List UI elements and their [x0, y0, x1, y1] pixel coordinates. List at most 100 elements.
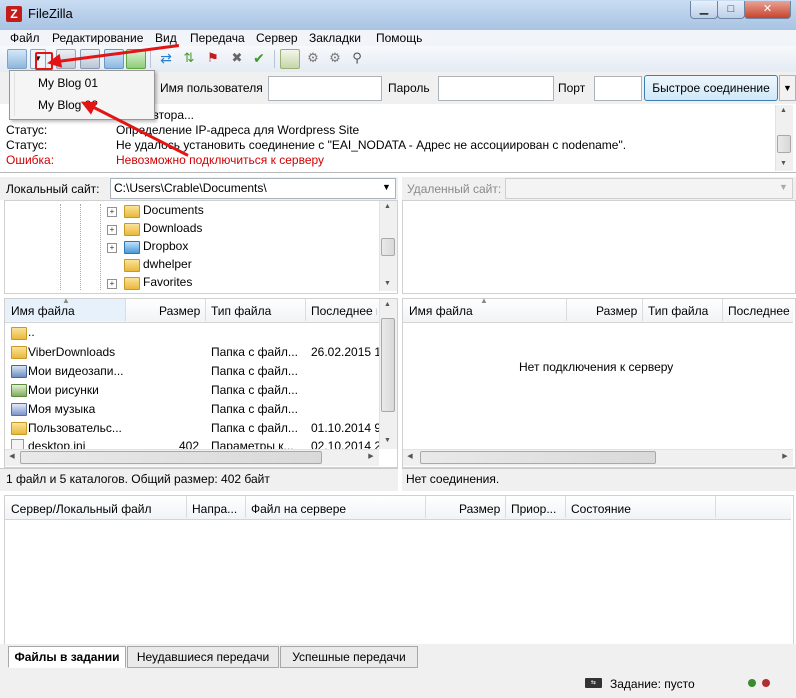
tree-item-documents[interactable]: Documents: [143, 203, 204, 217]
toolbar-separator: [150, 50, 151, 68]
scroll-up-icon[interactable]: ▲: [381, 301, 394, 308]
menu-transfer[interactable]: Передача: [190, 30, 245, 46]
queue-status-text: Задание: пусто: [610, 677, 695, 691]
maximize-button[interactable]: □: [717, 1, 745, 19]
close-button[interactable]: ✕: [744, 1, 791, 19]
file-row-name[interactable]: ViberDownloads: [28, 345, 115, 359]
file-row-type: Папка с файл...: [211, 364, 298, 378]
tree-item-downloads[interactable]: Downloads: [143, 221, 202, 235]
local-path-value: C:\Users\Crable\Documents\: [114, 181, 267, 195]
menu-view[interactable]: Вид: [155, 30, 177, 46]
file-row-name[interactable]: Мои рисунки: [28, 383, 99, 397]
password-input[interactable]: [438, 76, 554, 101]
column-header-direction[interactable]: Напра...: [192, 502, 237, 516]
cancel-operation-icon[interactable]: ⚑: [204, 49, 222, 67]
menu-edit[interactable]: Редактирование: [52, 30, 143, 46]
column-separator: [425, 496, 426, 518]
reconnect-icon[interactable]: ✔: [250, 49, 268, 67]
folder-icon: [124, 259, 140, 272]
file-list-scroll-thumb[interactable]: [381, 318, 395, 412]
column-header-name[interactable]: Имя файла: [409, 304, 473, 318]
site-manager-icon[interactable]: [7, 49, 27, 69]
column-header-local-file[interactable]: Сервер/Локальный файл: [11, 502, 151, 516]
remote-path-dropdown-icon[interactable]: ▼: [779, 182, 788, 192]
scroll-right-icon[interactable]: ▶: [780, 452, 790, 460]
column-header-size[interactable]: Размер: [159, 304, 200, 318]
refresh-icon[interactable]: ⇄: [157, 49, 175, 67]
disconnect-icon[interactable]: ✖: [228, 49, 246, 67]
file-row-size: 402: [179, 439, 200, 449]
scroll-up-icon[interactable]: ▲: [381, 203, 394, 210]
column-header-state[interactable]: Состояние: [571, 502, 631, 516]
column-header-remote-file[interactable]: Файл на сервере: [251, 502, 346, 516]
menu-file[interactable]: Файл: [10, 30, 40, 46]
file-row-name[interactable]: Пользовательс...: [28, 421, 122, 435]
remote-file-list: [402, 298, 796, 468]
scroll-right-icon[interactable]: ▶: [366, 452, 376, 460]
file-row-type: Параметры к...: [211, 439, 294, 449]
column-separator: [642, 299, 643, 321]
column-header-modified[interactable]: Последнее и: [311, 304, 377, 318]
file-row-name[interactable]: Мои видеозапи...: [28, 364, 124, 378]
tree-item-dropbox[interactable]: Dropbox: [143, 239, 188, 253]
tree-item-favorites[interactable]: Favorites: [143, 275, 192, 289]
local-status-text: 1 файл и 5 каталогов. Общий размер: 402 …: [6, 472, 270, 486]
file-row-type: Папка с файл...: [211, 402, 298, 416]
local-path-dropdown-icon[interactable]: ▼: [382, 182, 391, 192]
column-header-name[interactable]: Имя файла: [11, 304, 75, 318]
scroll-left-icon[interactable]: ◀: [405, 452, 415, 460]
column-header-modified[interactable]: Последнее: [728, 304, 790, 318]
port-input[interactable]: [594, 76, 642, 101]
expand-icon[interactable]: +: [107, 243, 117, 253]
menu-server[interactable]: Сервер: [256, 30, 298, 46]
compare-dirs-icon[interactable]: ⚙: [304, 49, 322, 67]
tab-failed-transfers[interactable]: Неудавшиеся передачи: [127, 646, 279, 668]
username-label: Имя пользователя: [160, 81, 263, 95]
videos-folder-icon: [11, 365, 27, 378]
search-icon[interactable]: ⚲: [348, 49, 366, 67]
quickconnect-history-icon[interactable]: ▼: [779, 75, 796, 101]
file-row-name[interactable]: ..: [28, 325, 35, 339]
menu-help[interactable]: Помощь: [376, 30, 422, 46]
sync-browse-icon[interactable]: ⚙: [326, 49, 344, 67]
file-row-name[interactable]: desktop.ini: [28, 439, 85, 449]
tree-scroll-thumb[interactable]: [381, 238, 395, 256]
site-item-my-blog-01[interactable]: My Blog 01: [38, 76, 98, 90]
scroll-up-icon[interactable]: ▲: [777, 107, 790, 114]
column-header-type[interactable]: Тип файла: [648, 304, 708, 318]
tab-successful-transfers[interactable]: Успешные передачи: [280, 646, 418, 668]
music-folder-icon: [11, 403, 27, 416]
file-row-type: Папка с файл...: [211, 345, 298, 359]
scroll-left-icon[interactable]: ◀: [7, 452, 17, 460]
folder-icon: [124, 223, 140, 236]
tab-queued-files[interactable]: Файлы в задании: [8, 646, 126, 668]
file-list-hscroll-thumb[interactable]: [20, 451, 322, 464]
expand-icon[interactable]: +: [107, 279, 117, 289]
scroll-down-icon[interactable]: ▼: [381, 437, 394, 444]
scroll-down-icon[interactable]: ▼: [777, 160, 790, 167]
scroll-down-icon[interactable]: ▼: [381, 280, 394, 287]
menu-bookmarks[interactable]: Закладки: [309, 30, 361, 46]
dropbox-icon: [124, 241, 140, 254]
column-header-size[interactable]: Размер: [596, 304, 637, 318]
column-separator: [566, 299, 567, 321]
expand-icon[interactable]: +: [107, 207, 117, 217]
filter-icon[interactable]: [280, 49, 300, 69]
column-header-type[interactable]: Тип файла: [211, 304, 271, 318]
remote-hscroll-thumb[interactable]: [420, 451, 656, 464]
log-scroll-thumb[interactable]: [777, 135, 791, 153]
minimize-button[interactable]: ▁: [690, 1, 718, 19]
remote-empty-message: Нет подключения к серверу: [519, 360, 674, 374]
column-separator: [715, 496, 716, 518]
file-row-name[interactable]: Моя музыка: [28, 402, 95, 416]
quickconnect-button[interactable]: Быстрое соединение: [644, 75, 778, 101]
remote-path-input[interactable]: [505, 178, 793, 199]
process-queue-icon[interactable]: ⇅: [180, 49, 198, 67]
tree-item-dwhelper[interactable]: dwhelper: [143, 257, 192, 271]
column-separator: [205, 299, 206, 321]
column-header-size[interactable]: Размер: [459, 502, 500, 516]
speed-limit-icon[interactable]: ⇆: [585, 678, 602, 688]
column-header-priority[interactable]: Приор...: [511, 502, 556, 516]
expand-icon[interactable]: +: [107, 225, 117, 235]
username-input[interactable]: [268, 76, 382, 101]
